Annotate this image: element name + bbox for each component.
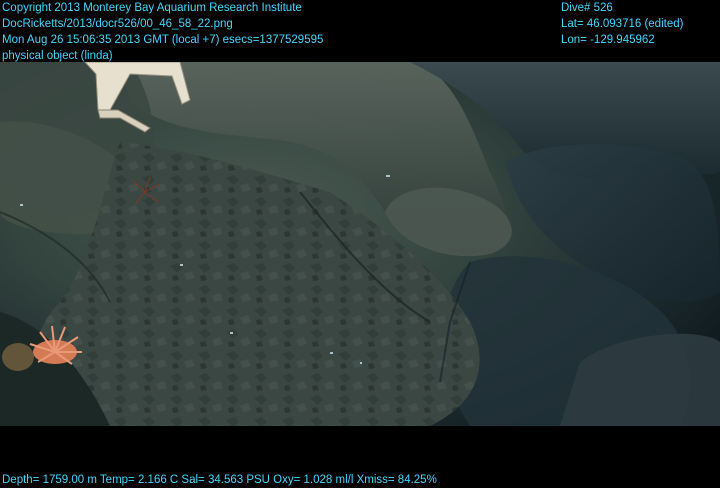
- header-left-info: Copyright 2013 Monterey Bay Aquarium Res…: [2, 0, 323, 64]
- image-path-line: DocRicketts/2013/docr526/00_46_58_22.png: [2, 18, 233, 30]
- seafloor-image: [0, 62, 720, 426]
- header-right-info: Dive# 526 Lat= 46.093716 (edited) Lon= -…: [561, 0, 683, 48]
- latitude: Lat= 46.093716 (edited): [561, 18, 684, 30]
- seafloor-photo: [0, 62, 720, 426]
- longitude: Lon= -129.945962: [561, 34, 655, 46]
- dive-number: Dive# 526: [561, 2, 613, 14]
- timestamp-line: Mon Aug 26 15:06:35 2013 GMT (local +7) …: [2, 34, 324, 46]
- copyright-line: Copyright 2013 Monterey Bay Aquarium Res…: [2, 2, 302, 14]
